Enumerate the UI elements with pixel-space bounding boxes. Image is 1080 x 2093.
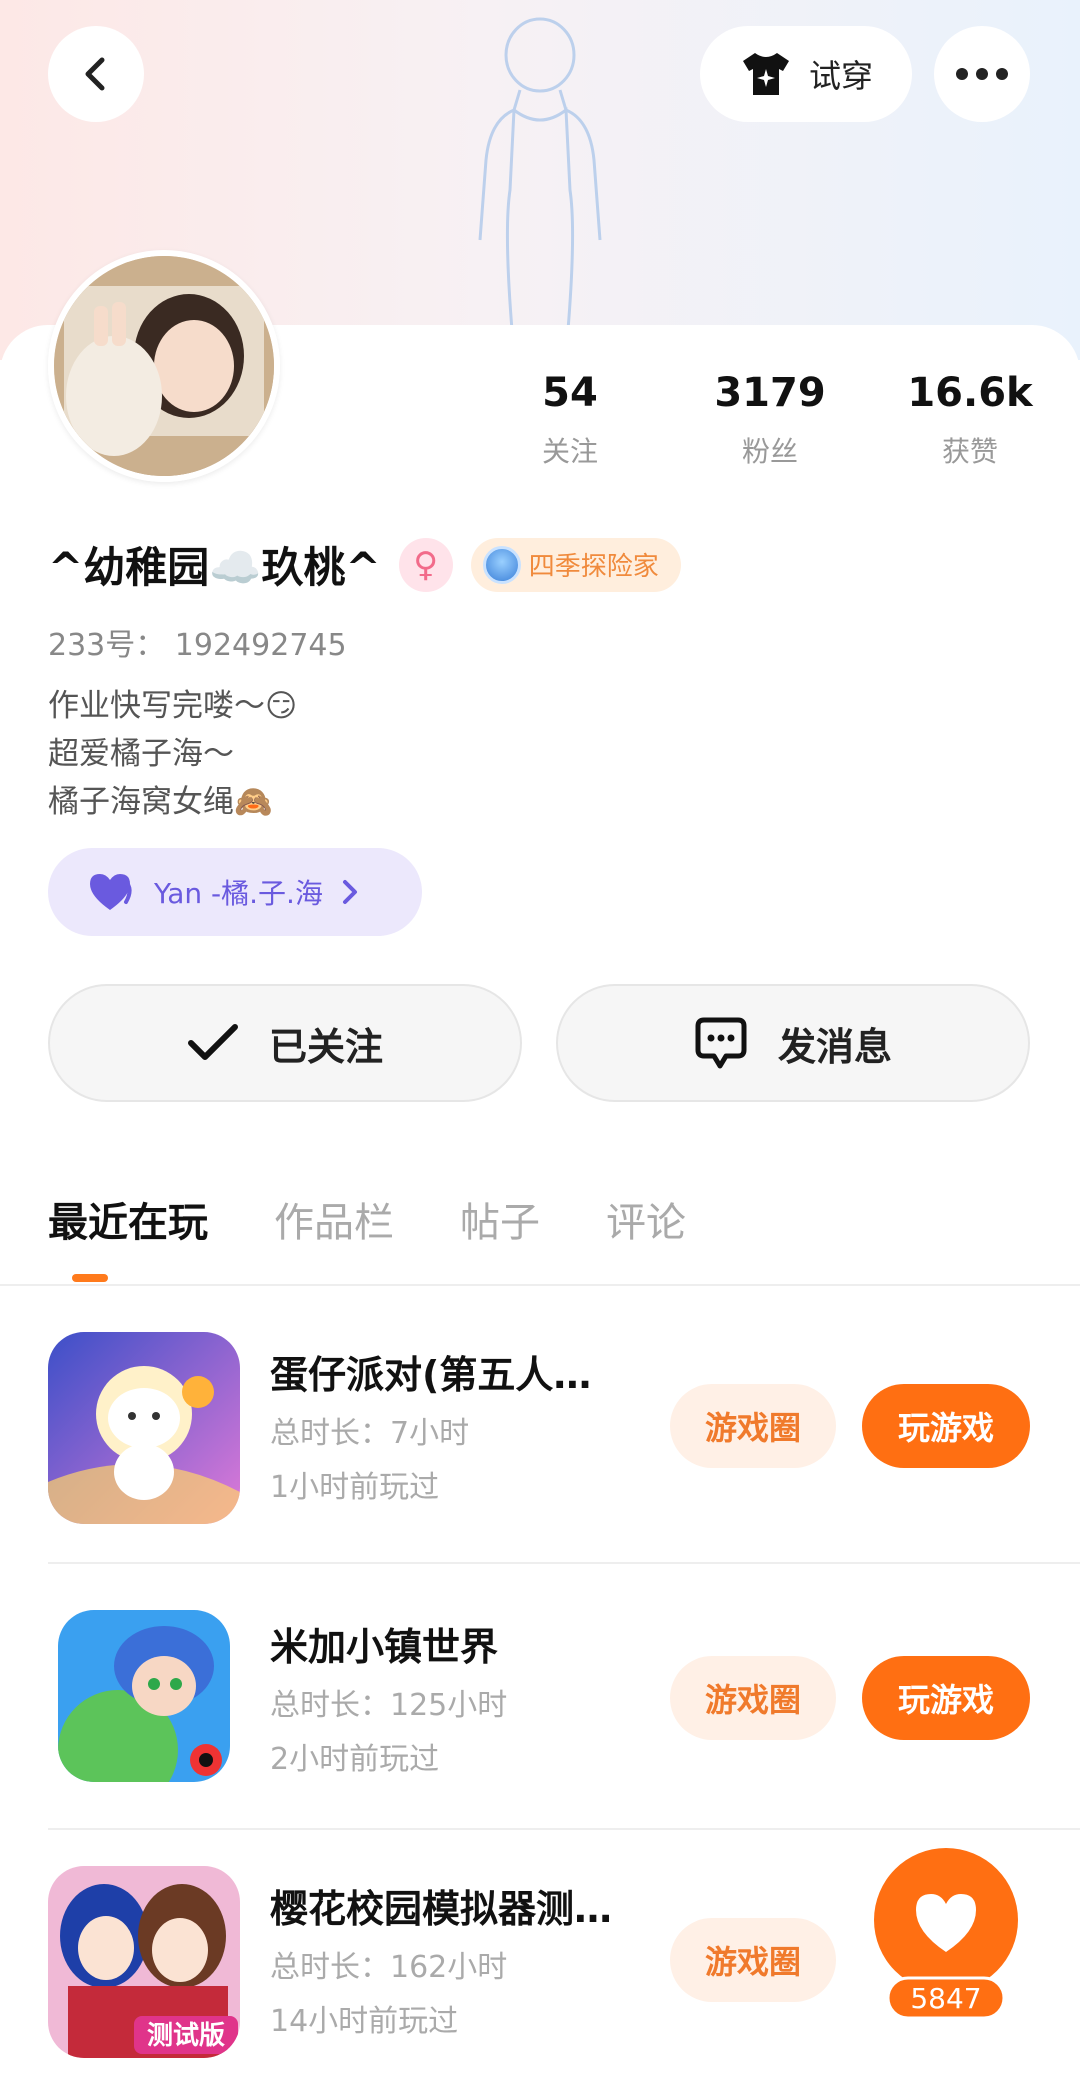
bio-line: 作业快写完喽～😏 <box>48 688 298 724</box>
miga-town-icon <box>58 1610 230 1782</box>
profile-tabs: 最近在玩 作品栏 帖子 评论 <box>48 1190 686 1248</box>
heart-pair-icon <box>90 874 132 910</box>
stat-following[interactable]: 54 关注 <box>470 370 670 470</box>
game-icon[interactable] <box>48 1332 240 1524</box>
game-title: 蛋仔派对(第五人… <box>270 1353 592 1397</box>
name-row: ^幼稚园☁️玖桃^ ♀ 四季探险家 <box>48 534 681 595</box>
row-divider <box>48 1562 1080 1564</box>
achievement-badge[interactable]: 四季探险家 <box>470 537 681 592</box>
stat-value: 54 <box>542 370 598 416</box>
fan-chip-label: Yan -橘.子.海 <box>154 877 323 910</box>
stat-value: 16.6k <box>907 370 1033 416</box>
stat-label: 粉丝 <box>741 435 798 468</box>
more-dots-icon <box>956 68 1008 80</box>
explorer-badge-icon <box>482 545 521 584</box>
chat-bubble-icon <box>695 1017 747 1069</box>
sakura-school-icon: 测试版 <box>48 1866 240 2058</box>
chevron-left-icon <box>85 57 105 91</box>
game-duration: 总时长：7小时 <box>270 1416 470 1451</box>
fan-group-chip[interactable]: Yan -橘.子.海 <box>48 848 422 936</box>
game-row[interactable]: 蛋仔派对(第五人… 总时长：7小时 1小时前玩过 游戏圈 玩游戏 <box>48 1332 1032 1542</box>
stat-label: 关注 <box>541 435 598 468</box>
like-count: 5847 <box>910 1982 981 2015</box>
game-row[interactable]: 米加小镇世界 总时长：125小时 2小时前玩过 游戏圈 玩游戏 <box>48 1604 1032 1814</box>
send-message-button[interactable]: 发消息 <box>556 984 1030 1102</box>
game-circle-button[interactable]: 游戏圈 <box>670 1656 836 1740</box>
back-button[interactable] <box>48 26 144 122</box>
avatar[interactable] <box>48 250 280 482</box>
game-title: 樱花校园模拟器测… <box>270 1887 613 1931</box>
stats-row: 54 关注 3179 粉丝 16.6k 获赞 <box>470 370 1070 470</box>
game-last-played: 14小时前玩过 <box>270 2004 459 2039</box>
game-duration: 总时长：125小时 <box>270 1688 508 1723</box>
game-duration: 总时长：162小时 <box>270 1950 508 1985</box>
like-fab[interactable]: 5847 <box>862 1848 1030 2020</box>
avatar-photo <box>54 256 274 476</box>
badge-label: 四季探险家 <box>528 552 659 582</box>
checkmark-icon <box>187 1024 238 1060</box>
female-icon: ♀ <box>398 537 453 592</box>
eggy-party-icon <box>48 1332 240 1524</box>
bio-line: 橘子海窝女绳🙈 <box>48 784 273 820</box>
game-circle-button[interactable]: 游戏圈 <box>670 1384 836 1468</box>
user-id: 233号： 192492745 <box>48 628 347 663</box>
stat-value: 3179 <box>714 370 826 416</box>
try-on-button[interactable]: 试穿 <box>700 26 912 122</box>
play-game-button[interactable]: 玩游戏 <box>862 1656 1030 1740</box>
tab-works[interactable]: 作品栏 <box>274 1190 394 1248</box>
tabs-divider <box>0 1284 1080 1286</box>
try-on-label: 试穿 <box>808 57 873 95</box>
game-last-played: 1小时前玩过 <box>270 1470 440 1505</box>
followed-button[interactable]: 已关注 <box>48 984 522 1102</box>
tab-posts[interactable]: 帖子 <box>460 1190 540 1248</box>
chevron-right-icon <box>342 880 357 904</box>
stat-followers[interactable]: 3179 粉丝 <box>670 370 870 470</box>
bio-line: 超爱橘子海～ <box>48 736 234 772</box>
followed-label: 已关注 <box>268 1024 383 1069</box>
avatar-3d-figure <box>478 17 602 330</box>
game-icon[interactable] <box>58 1610 230 1782</box>
active-tab-indicator <box>72 1274 108 1282</box>
heart-icon: 5847 <box>874 1848 1018 2020</box>
play-game-button[interactable]: 玩游戏 <box>862 1384 1030 1468</box>
game-icon[interactable]: 测试版 <box>48 1866 240 2058</box>
tshirt-sparkle-icon <box>742 53 789 95</box>
bio: 作业快写完喽～😏 超爱橘子海～ 橘子海窝女绳🙈 <box>48 682 297 826</box>
game-title: 米加小镇世界 <box>270 1625 499 1669</box>
test-version-badge: 测试版 <box>147 2021 225 2051</box>
game-last-played: 2小时前玩过 <box>270 1742 440 1777</box>
tab-comments[interactable]: 评论 <box>606 1190 686 1248</box>
stat-likes[interactable]: 16.6k 获赞 <box>870 370 1070 470</box>
username: ^幼稚园☁️玖桃^ <box>48 543 381 592</box>
game-circle-button[interactable]: 游戏圈 <box>670 1918 836 2002</box>
row-divider <box>48 1828 1080 1830</box>
stat-label: 获赞 <box>941 435 998 468</box>
send-message-label: 发消息 <box>777 1024 892 1069</box>
tab-recently-played[interactable]: 最近在玩 <box>48 1190 208 1248</box>
more-options-button[interactable] <box>934 26 1030 122</box>
